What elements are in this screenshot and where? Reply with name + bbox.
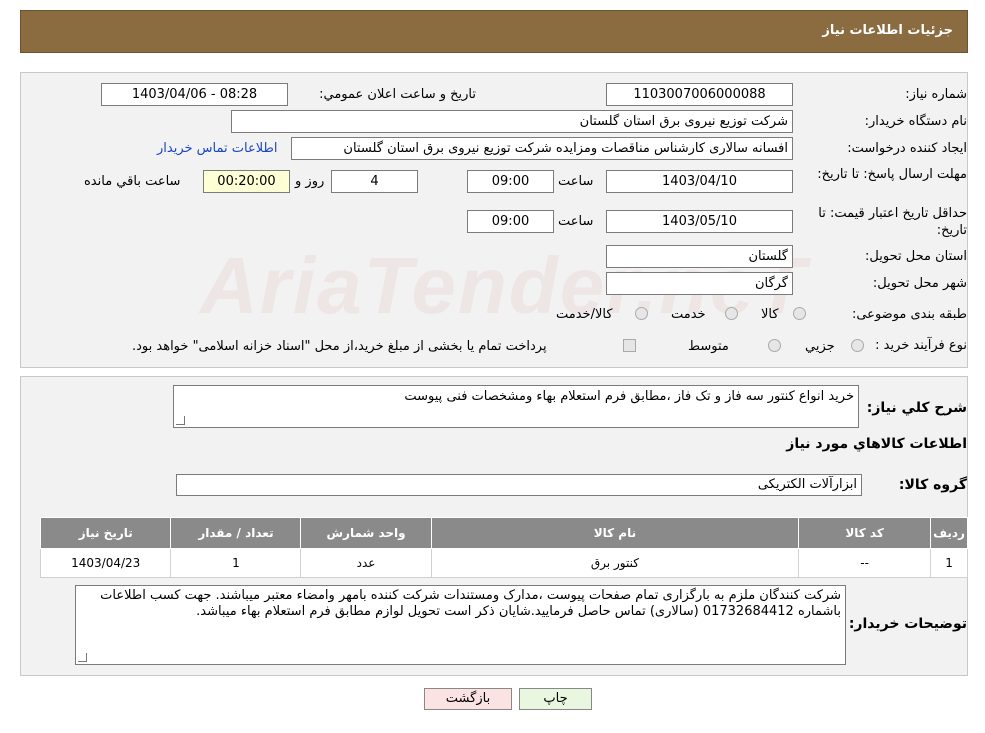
col-need-date: تاريخ نياز: [39, 517, 172, 549]
buyer-contact-link[interactable]: اطلاعات تماس خريدار: [157, 141, 277, 156]
reply-date-field: 1403/04/10: [606, 170, 793, 193]
process-radio-minor[interactable]: [851, 339, 864, 352]
announce-field: 1403/04/06 - 08:28: [101, 83, 288, 106]
validity-time-label: ساعت: [558, 214, 594, 229]
summary-text: خريد انواع كنتور سه فاز و تک فاز ،مطابق …: [404, 389, 854, 404]
province-label: استان محل تحويل:: [865, 249, 967, 264]
reply-time-label: ساعت: [558, 174, 594, 189]
remaining-label: ساعت باقي مانده: [84, 174, 181, 189]
need-number-field: 1103007006000088: [606, 83, 793, 106]
col-name: نام كالا: [430, 517, 800, 549]
city-field: گرگان: [606, 272, 793, 295]
remaining-time-field: 00:20:00: [203, 170, 290, 193]
print-button[interactable]: چاپ: [519, 688, 592, 710]
col-quantity: تعداد / مقدار: [170, 517, 302, 549]
summary-label: شرح كلي نياز:: [866, 400, 967, 416]
category-radio-goods-service[interactable]: [635, 307, 648, 320]
goods-table-header: رديف كد كالا نام كالا واحد شمارش تعداد /…: [39, 517, 968, 549]
cell-code: --: [798, 548, 932, 578]
cell-name: كنتور برق: [430, 548, 800, 578]
category-option-service: خدمت: [671, 307, 706, 322]
validity-label: حداقل تاريخ اعتبار قيمت: تا تاريخ:: [818, 206, 967, 238]
goods-info-title: اطلاعات كالاهاي مورد نياز: [786, 436, 967, 452]
process-label: نوع فرآيند خريد :: [875, 338, 967, 353]
treasury-payment-checkbox[interactable]: [623, 339, 636, 352]
process-option-minor: جزيي: [805, 339, 835, 354]
goods-group-field: ابزارآلات الكتريكی: [176, 474, 862, 496]
creator-field: افسانه سالاری كارشناس مناقصات ومزايده شر…: [291, 137, 793, 160]
buyer-notes-textarea[interactable]: شركت كنندگان ملزم به بارگزاری تمام صفحات…: [75, 585, 846, 665]
page-header: جزئيات اطلاعات نياز: [20, 10, 968, 53]
need-number-label: شماره نياز:: [905, 87, 967, 102]
city-label: شهر محل تحويل:: [872, 276, 967, 291]
resize-handle-icon[interactable]: [78, 653, 87, 662]
creator-label: ايجاد كننده درخواست:: [847, 141, 967, 156]
province-field: گلستان: [606, 245, 793, 268]
process-option-medium: متوسط: [688, 339, 729, 354]
buyer-label: نام دستگاه خريدار:: [864, 114, 967, 129]
page-title: جزئيات اطلاعات نياز: [822, 23, 953, 38]
col-code: كد كالا: [798, 517, 932, 549]
days-label: روز و: [295, 174, 325, 189]
announce-label: تاريخ و ساعت اعلان عمومي:: [319, 87, 476, 102]
cell-need-date: 1403/04/23: [39, 548, 172, 578]
category-radio-service[interactable]: [725, 307, 738, 320]
summary-textarea[interactable]: خريد انواع كنتور سه فاز و تک فاز ،مطابق …: [173, 385, 859, 428]
validity-time-field: 09:00: [467, 210, 554, 233]
buyer-field: شركت توزيع نيروی برق استان گلستان: [231, 110, 793, 133]
goods-group-label: گروه كالا:: [898, 477, 967, 493]
goods-table: رديف كد كالا نام كالا واحد شمارش تعداد /…: [39, 517, 968, 578]
category-radio-goods[interactable]: [793, 307, 806, 320]
category-label: طبقه بندی موضوعی:: [851, 307, 967, 322]
reply-time-field: 09:00: [467, 170, 554, 193]
reply-deadline-label: مهلت ارسال پاسخ: تا تاريخ:: [817, 167, 967, 182]
process-radio-medium[interactable]: [768, 339, 781, 352]
col-row: رديف: [930, 517, 968, 549]
resize-handle-icon[interactable]: [176, 416, 185, 425]
cell-row: 1: [930, 548, 968, 578]
cell-quantity: 1: [170, 548, 302, 578]
buyer-notes-label: توضيحات خريدار:: [848, 616, 967, 632]
col-unit: واحد شمارش: [300, 517, 432, 549]
back-button[interactable]: بازگشت: [424, 688, 512, 710]
buyer-notes-text: شركت كنندگان ملزم به بارگزاری تمام صفحات…: [100, 588, 841, 619]
table-row: 1 -- كنتور برق عدد 1 1403/04/23: [39, 548, 968, 578]
cell-unit: عدد: [300, 548, 432, 578]
payment-note: پرداخت تمام يا بخشی از مبلغ خريد،از محل …: [132, 339, 547, 354]
category-option-goods-service: كالا/خدمت: [556, 307, 613, 322]
validity-date-field: 1403/05/10: [606, 210, 793, 233]
days-field: 4: [331, 170, 418, 193]
category-option-goods: كالا: [761, 307, 779, 322]
